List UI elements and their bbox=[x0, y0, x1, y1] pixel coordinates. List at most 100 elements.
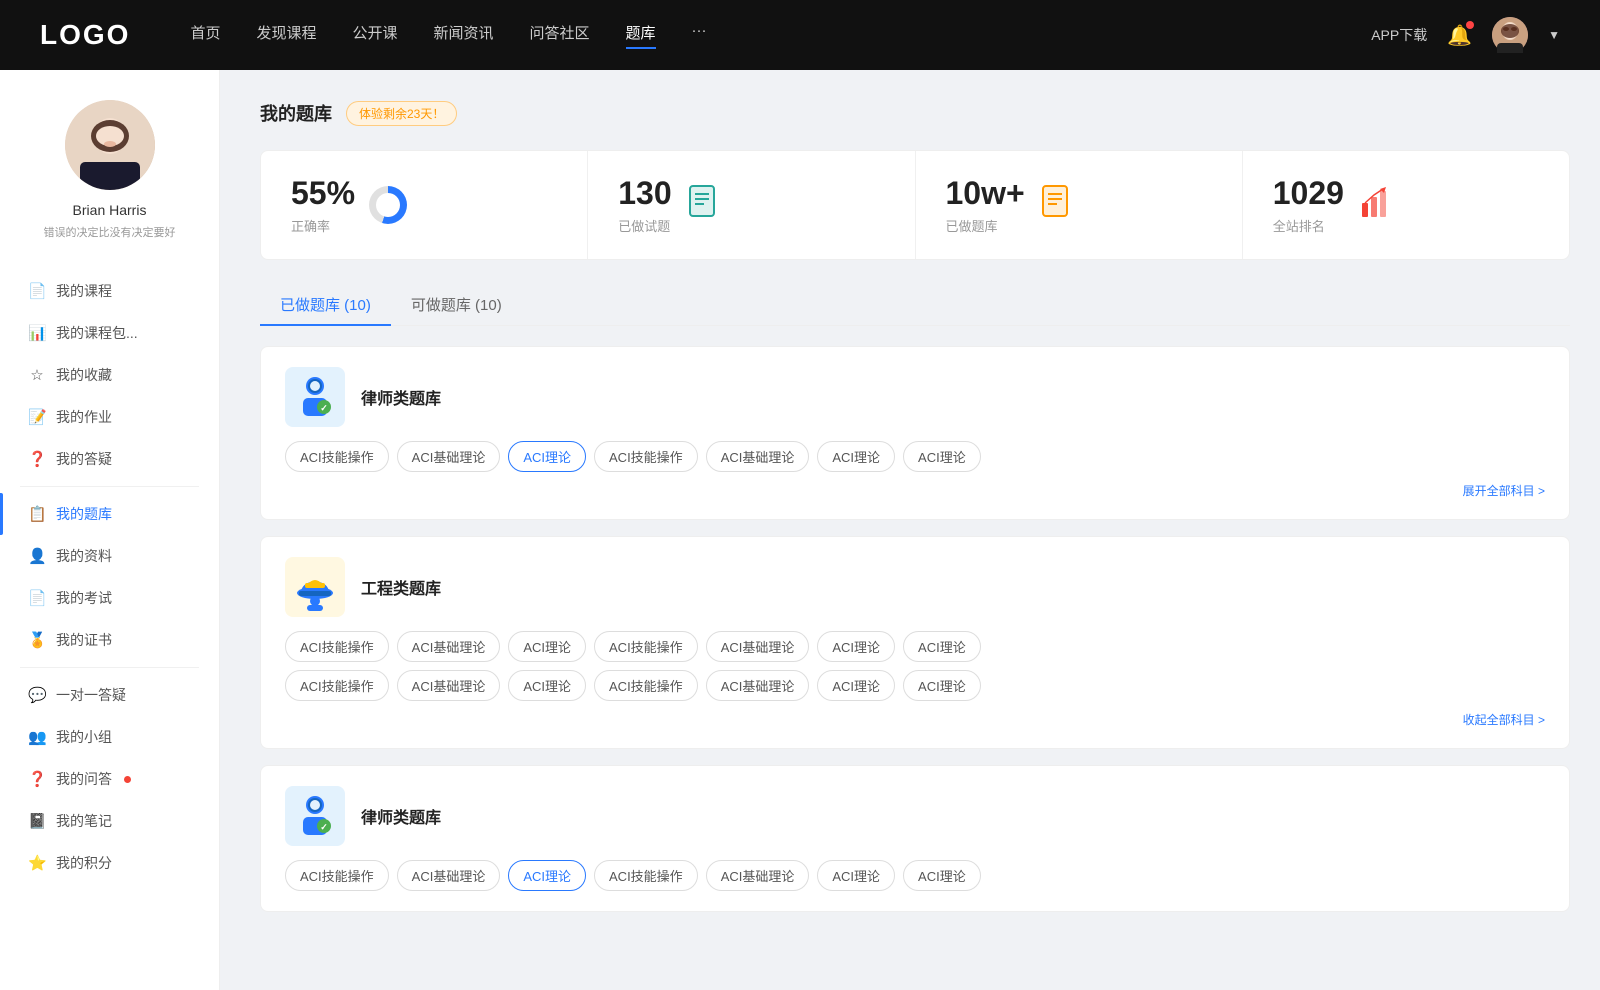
stat-done-banks: 10w+ 已做题库 bbox=[916, 151, 1243, 259]
nav-open-course[interactable]: 公开课 bbox=[352, 22, 397, 49]
tag[interactable]: ACI理论 bbox=[817, 441, 895, 472]
bar-chart-icon bbox=[1358, 185, 1394, 221]
nav-more[interactable]: ··· bbox=[692, 22, 707, 49]
svg-text:✓: ✓ bbox=[320, 403, 328, 413]
sidebar-item-label: 我的答疑 bbox=[56, 449, 112, 469]
tag[interactable]: ACI技能操作 bbox=[285, 441, 389, 472]
tag[interactable]: ACI技能操作 bbox=[594, 631, 698, 662]
law-icon-svg-2: ✓ bbox=[291, 792, 339, 840]
sidebar-item-bank[interactable]: 📋 我的题库 bbox=[0, 493, 219, 535]
tag[interactable]: ACI技能操作 bbox=[594, 670, 698, 701]
tag[interactable]: ACI技能操作 bbox=[285, 670, 389, 701]
tag[interactable]: ACI理论 bbox=[508, 670, 586, 701]
tab-done-banks[interactable]: 已做题库 (10) bbox=[260, 284, 391, 325]
bank-icon: 📋 bbox=[28, 505, 46, 523]
sidebar-item-group[interactable]: 👥 我的小组 bbox=[0, 716, 219, 758]
collapse-eng[interactable]: 收起全部科目 > bbox=[285, 711, 1545, 728]
sidebar-item-course[interactable]: 📄 我的课程 bbox=[0, 270, 219, 312]
nav-qa[interactable]: 问答社区 bbox=[530, 22, 590, 49]
tag[interactable]: ACI技能操作 bbox=[285, 631, 389, 662]
stat-text: 1029 全站排名 bbox=[1273, 175, 1344, 235]
tag[interactable]: ACI基础理论 bbox=[706, 670, 810, 701]
tag[interactable]: ACI基础理论 bbox=[706, 860, 810, 891]
tag[interactable]: ACI技能操作 bbox=[594, 441, 698, 472]
navbar: LOGO 首页 发现课程 公开课 新闻资讯 问答社区 题库 ··· APP下载 … bbox=[0, 0, 1600, 70]
divider bbox=[20, 486, 199, 487]
nav-right: APP下载 🔔 ▼ bbox=[1371, 17, 1560, 53]
svg-text:✓: ✓ bbox=[320, 822, 328, 832]
sidebar-item-label: 一对一答疑 bbox=[56, 685, 126, 705]
tag[interactable]: ACI理论 bbox=[903, 670, 981, 701]
sidebar-item-tutor[interactable]: 💬 一对一答疑 bbox=[0, 674, 219, 716]
sidebar-item-label: 我的积分 bbox=[56, 853, 112, 873]
stat-label-done: 已做试题 bbox=[618, 216, 671, 235]
stat-value-rank: 1029 bbox=[1273, 175, 1344, 212]
tag[interactable]: ACI理论 bbox=[903, 441, 981, 472]
tutor-icon: 💬 bbox=[28, 686, 46, 704]
eng-icon bbox=[285, 557, 345, 617]
user-menu-chevron[interactable]: ▼ bbox=[1548, 28, 1560, 42]
avatar-image bbox=[1492, 17, 1528, 53]
group-icon: 👥 bbox=[28, 728, 46, 746]
tag[interactable]: ACI理论 bbox=[817, 670, 895, 701]
sidebar-item-label: 我的资料 bbox=[56, 546, 112, 566]
sidebar-item-points[interactable]: ⭐ 我的积分 bbox=[0, 842, 219, 884]
nav-courses[interactable]: 发现课程 bbox=[256, 22, 316, 49]
page-title: 我的题库 bbox=[260, 100, 332, 126]
sidebar-item-exam[interactable]: 📄 我的考试 bbox=[0, 577, 219, 619]
tag[interactable]: ACI理论 bbox=[508, 631, 586, 662]
tag[interactable]: ACI理论 bbox=[817, 860, 895, 891]
expand-law-1[interactable]: 展开全部科目 > bbox=[285, 482, 1545, 499]
stat-value-done: 130 bbox=[618, 175, 671, 212]
pie-inner bbox=[376, 193, 400, 217]
app-download-button[interactable]: APP下载 bbox=[1371, 25, 1427, 45]
points-icon: ⭐ bbox=[28, 854, 46, 872]
tag[interactable]: ACI基础理论 bbox=[706, 441, 810, 472]
tag[interactable]: ACI技能操作 bbox=[594, 860, 698, 891]
divider2 bbox=[20, 667, 199, 668]
tag[interactable]: ACI基础理论 bbox=[397, 631, 501, 662]
sidebar-item-my-qa[interactable]: ❓ 我的问答 bbox=[0, 758, 219, 800]
bank-section-law-2: ✓ 律师类题库 ACI技能操作 ACI基础理论 ACI理论 ACI技能操作 AC… bbox=[260, 765, 1570, 912]
sidebar-item-course-pkg[interactable]: 📊 我的课程包... bbox=[0, 312, 219, 354]
tag-active[interactable]: ACI理论 bbox=[508, 441, 586, 472]
nav-bank[interactable]: 题库 bbox=[626, 22, 656, 49]
tag[interactable]: ACI基础理论 bbox=[397, 860, 501, 891]
profile-motto: 错误的决定比没有决定要好 bbox=[20, 224, 199, 240]
stat-rank: 1029 全站排名 bbox=[1243, 151, 1569, 259]
stat-label-accuracy: 正确率 bbox=[291, 216, 355, 235]
tag[interactable]: ACI基础理论 bbox=[397, 670, 501, 701]
tag[interactable]: ACI技能操作 bbox=[285, 860, 389, 891]
sidebar-item-homework[interactable]: 📝 我的作业 bbox=[0, 396, 219, 438]
stat-text: 55% 正确率 bbox=[291, 175, 355, 235]
sidebar-item-profile[interactable]: 👤 我的资料 bbox=[0, 535, 219, 577]
trial-badge: 体验剩余23天！ bbox=[346, 101, 457, 126]
bank-header-eng: 工程类题库 bbox=[285, 557, 1545, 617]
tag[interactable]: ACI理论 bbox=[817, 631, 895, 662]
tag[interactable]: ACI理论 bbox=[903, 631, 981, 662]
exam-icon: 📄 bbox=[28, 589, 46, 607]
avatar[interactable] bbox=[1492, 17, 1528, 53]
note-teal-icon bbox=[686, 183, 722, 227]
tags-row-eng-1: ACI技能操作 ACI基础理论 ACI理论 ACI技能操作 ACI基础理论 AC… bbox=[285, 631, 1545, 662]
notification-bell[interactable]: 🔔 bbox=[1447, 23, 1472, 48]
sidebar-item-notes[interactable]: 📓 我的笔记 bbox=[0, 800, 219, 842]
eng-icon-svg bbox=[291, 563, 339, 611]
sidebar-item-favorites[interactable]: ☆ 我的收藏 bbox=[0, 354, 219, 396]
stat-value-banks: 10w+ bbox=[946, 175, 1025, 212]
tab-todo-banks[interactable]: 可做题库 (10) bbox=[391, 284, 522, 325]
nav-news[interactable]: 新闻资讯 bbox=[434, 22, 494, 49]
stats-row: 55% 正确率 130 已做试题 bbox=[260, 150, 1570, 260]
nav-home[interactable]: 首页 bbox=[190, 22, 220, 49]
tag[interactable]: ACI基础理论 bbox=[397, 441, 501, 472]
sidebar-item-questions[interactable]: ❓ 我的答疑 bbox=[0, 438, 219, 480]
bank-title-law-1: 律师类题库 bbox=[361, 385, 441, 409]
sidebar-item-cert[interactable]: 🏅 我的证书 bbox=[0, 619, 219, 661]
sidebar-menu: 📄 我的课程 📊 我的课程包... ☆ 我的收藏 📝 我的作业 ❓ 我的答疑 � bbox=[0, 270, 219, 884]
tag-active[interactable]: ACI理论 bbox=[508, 860, 586, 891]
tags-row-eng-2: ACI技能操作 ACI基础理论 ACI理论 ACI技能操作 ACI基础理论 AC… bbox=[285, 670, 1545, 701]
qa-dot bbox=[124, 776, 131, 783]
tag[interactable]: ACI基础理论 bbox=[706, 631, 810, 662]
homework-icon: 📝 bbox=[28, 408, 46, 426]
tag[interactable]: ACI理论 bbox=[903, 860, 981, 891]
